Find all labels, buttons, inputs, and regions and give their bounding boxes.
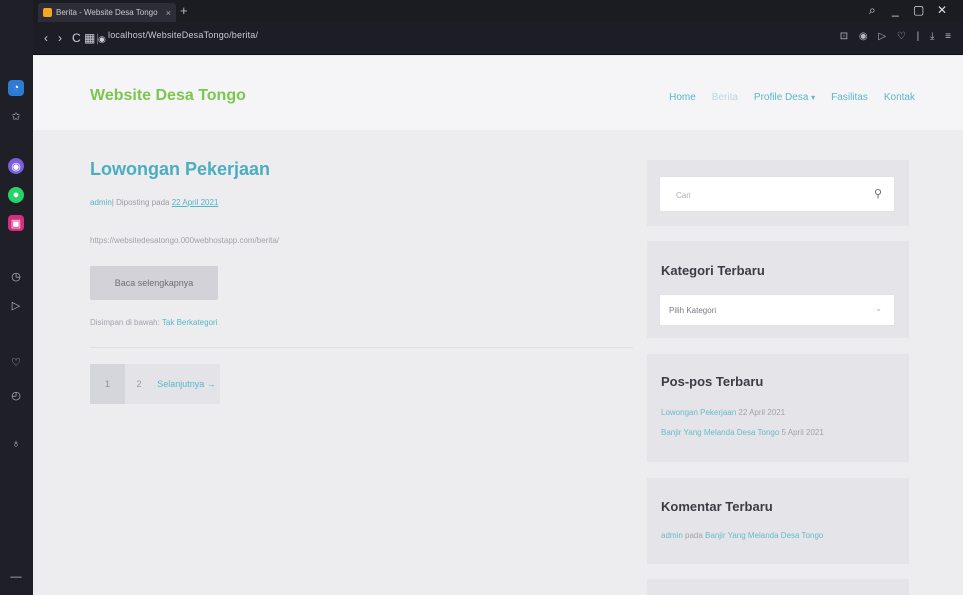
speed-dial-icon[interactable]: ▦ xyxy=(84,31,95,45)
kategori-widget: Kategori Terbaru Pilih Kategori ⌄ xyxy=(647,241,909,338)
heart-icon[interactable]: ♡ xyxy=(8,354,24,370)
search-input[interactable]: Cari ⚲ xyxy=(659,176,895,212)
bulb-icon[interactable]: ♁ xyxy=(8,436,24,452)
tab-close-icon[interactable]: × xyxy=(166,8,171,18)
recent-post-item: Lowongan Pekerjaan 22 April 2021 xyxy=(661,408,785,417)
more-icon[interactable]: — xyxy=(8,569,24,585)
web-page: Website Desa Tongo Home Berita Profile D… xyxy=(33,56,963,595)
comment-mid: pada xyxy=(682,531,706,540)
star-icon[interactable]: ✩ xyxy=(8,108,24,124)
page-2[interactable]: 2 xyxy=(125,364,153,404)
recent-post-date: 22 April 2021 xyxy=(736,408,786,417)
post-date[interactable]: 22 April 2021 xyxy=(172,198,219,207)
history-icon[interactable]: ◴ xyxy=(8,387,24,403)
recent-post-item: Banjir Yang Melanda Desa Tongo 5 April 2… xyxy=(661,428,824,437)
browser-nav-bar: ‹ › C ▦ | ◉ localhost/WebsiteDesaTongo/b… xyxy=(0,22,963,55)
tab-title: Berita - Website Desa Tongo xyxy=(56,8,158,17)
post-author[interactable]: admin xyxy=(90,198,112,207)
next-page-link[interactable]: Selanjutnya → xyxy=(153,364,220,404)
messenger-icon[interactable]: ◔ xyxy=(8,80,24,96)
menu-home[interactable]: Home xyxy=(669,92,696,103)
divider xyxy=(90,347,633,348)
recent-post-link[interactable]: Banjir Yang Melanda Desa Tongo xyxy=(661,428,779,437)
search-tabs-icon[interactable]: ⌕ xyxy=(869,3,876,18)
next-widget xyxy=(647,579,909,595)
instagram-icon[interactable]: ▣ xyxy=(8,215,24,231)
category-link[interactable]: Tak Berkategori xyxy=(162,318,218,327)
browser-sidebar: ◔ ✩ ◉ ● ▣ ◷ ▷ ♡ ◴ ♁ — xyxy=(0,0,33,595)
menu-kontak[interactable]: Kontak xyxy=(884,92,915,103)
read-more-button[interactable]: Baca selengkapnya xyxy=(90,266,218,300)
page-1[interactable]: 1 xyxy=(90,364,125,404)
menu-profile-desa[interactable]: Profile Desa ▾ xyxy=(754,92,815,103)
search-widget: Cari ⚲ xyxy=(647,160,909,226)
post-meta: admin| Diposting pada 22 April 2021 xyxy=(90,198,218,207)
chevron-down-icon: ▾ xyxy=(811,93,816,102)
close-window-button[interactable]: ✕ xyxy=(937,3,947,17)
messenger-chat-icon[interactable]: ◉ xyxy=(8,158,24,174)
pagination: 1 2 Selanjutnya → xyxy=(90,364,220,404)
toolbar-icons[interactable]: ⊡ ◉ ▷ ♡ | ⤓ ≡ xyxy=(840,31,955,42)
recent-comments-widget: Komentar Terbaru admin pada Banjir Yang … xyxy=(647,478,909,564)
recent-posts-widget: Pos-pos Terbaru Lowongan Pekerjaan 22 Ap… xyxy=(647,354,909,462)
chevron-down-icon: ⌄ xyxy=(875,304,882,313)
site-info-icon[interactable]: ◉ xyxy=(98,32,106,46)
recent-posts-title: Pos-pos Terbaru xyxy=(661,374,764,389)
forward-icon[interactable]: › xyxy=(58,31,62,45)
kategori-select[interactable]: Pilih Kategori ⌄ xyxy=(659,294,895,326)
site-header: Website Desa Tongo Home Berita Profile D… xyxy=(33,56,963,130)
menu-fasilitas[interactable]: Fasilitas xyxy=(831,92,868,103)
favicon-icon xyxy=(43,8,52,17)
post-excerpt: https://websitedesatongo.000webhostapp.c… xyxy=(90,236,280,245)
play-icon[interactable]: ▷ xyxy=(8,297,24,313)
recent-comment-item: admin pada Banjir Yang Melanda Desa Tong… xyxy=(661,531,823,540)
kategori-title: Kategori Terbaru xyxy=(661,263,765,278)
back-icon[interactable]: ‹ xyxy=(44,31,48,45)
browser-tab[interactable]: Berita - Website Desa Tongo × xyxy=(38,3,176,22)
comment-post-link[interactable]: Banjir Yang Melanda Desa Tongo xyxy=(705,531,823,540)
post-meta-prefix: | Diposting pada xyxy=(111,198,172,207)
recent-post-date: 5 April 2021 xyxy=(779,428,824,437)
site-brand[interactable]: Website Desa Tongo xyxy=(90,87,246,105)
menu-berita[interactable]: Berita xyxy=(712,92,738,103)
search-placeholder: Cari xyxy=(676,191,691,200)
main-menu: Home Berita Profile Desa ▾ Fasilitas Kon… xyxy=(669,92,915,103)
whatsapp-icon[interactable]: ● xyxy=(8,187,24,203)
menu-profile-label: Profile Desa xyxy=(753,92,809,103)
new-tab-button[interactable]: + xyxy=(180,4,188,18)
filed-label: Disimpan di bawah: xyxy=(90,318,162,327)
browser-tab-bar: Berita - Website Desa Tongo × + ⌕ _ ▢ ✕ xyxy=(0,0,963,22)
kategori-select-value: Pilih Kategori xyxy=(669,306,717,315)
post-title[interactable]: Lowongan Pekerjaan xyxy=(90,159,270,180)
search-icon[interactable]: ⚲ xyxy=(874,187,882,200)
comment-author[interactable]: admin xyxy=(661,531,683,540)
post-category: Disimpan di bawah: Tak Berkategori xyxy=(90,318,217,327)
reload-icon[interactable]: C xyxy=(72,31,81,45)
address-bar[interactable]: localhost/WebsiteDesaTongo/berita/ xyxy=(108,30,258,40)
maximize-button[interactable]: ▢ xyxy=(913,3,924,17)
minimize-button[interactable]: _ xyxy=(892,3,899,17)
recent-post-link[interactable]: Lowongan Pekerjaan xyxy=(661,408,736,417)
recent-comments-title: Komentar Terbaru xyxy=(661,499,773,514)
clock-icon[interactable]: ◷ xyxy=(8,268,24,284)
